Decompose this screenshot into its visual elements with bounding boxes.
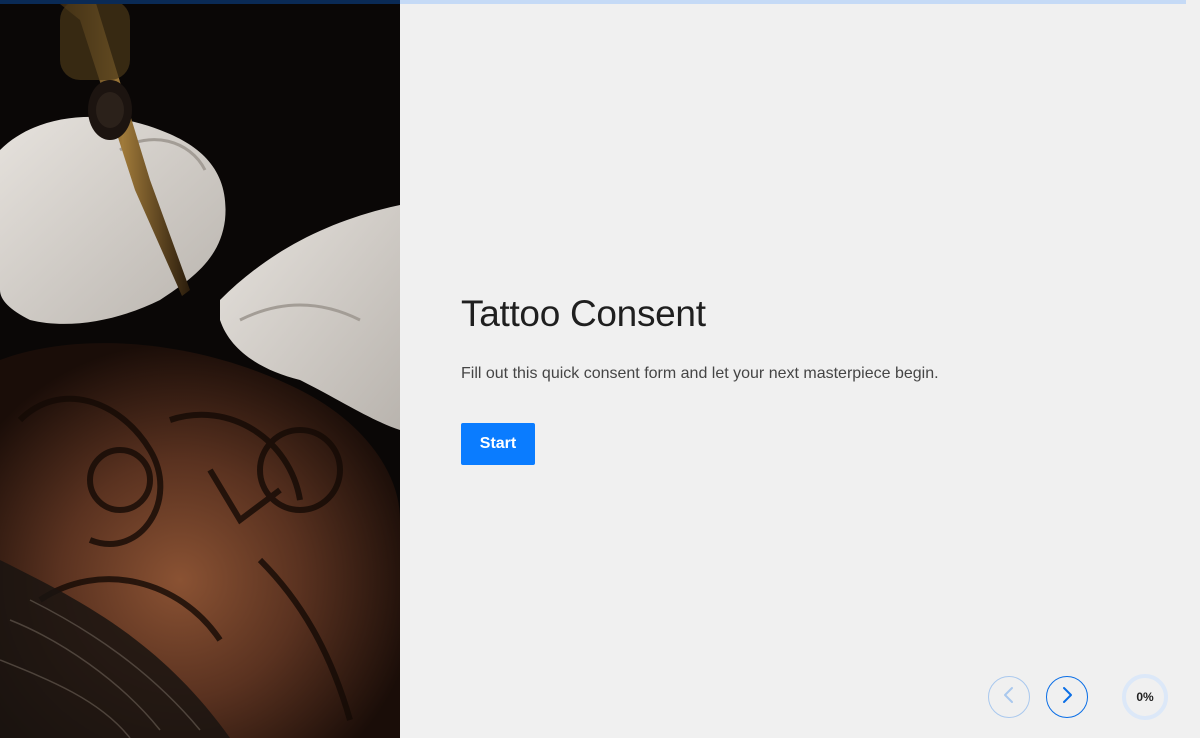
page-subtitle: Fill out this quick consent form and let… <box>461 365 939 382</box>
intro-panel: Tattoo Consent Fill out this quick conse… <box>461 290 1141 465</box>
chevron-left-icon <box>1002 686 1016 709</box>
form-progress-bar-fill <box>0 0 400 4</box>
page-title: Tattoo Consent <box>461 293 706 334</box>
start-button[interactable]: Start <box>461 423 535 465</box>
progress-indicator: 0% <box>1121 673 1169 721</box>
progress-percentage: 0% <box>1136 690 1154 704</box>
previous-button[interactable] <box>988 676 1030 718</box>
next-button[interactable] <box>1046 676 1088 718</box>
form-progress-bar <box>0 0 1186 4</box>
chevron-right-icon <box>1060 686 1074 709</box>
hero-image <box>0 0 400 738</box>
